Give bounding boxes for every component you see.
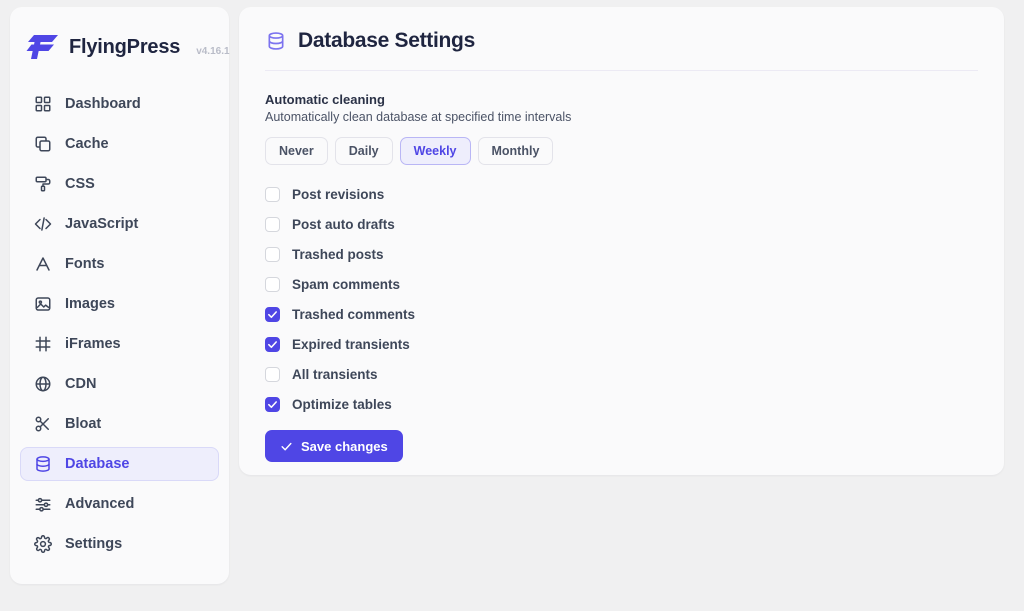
interval-option-daily[interactable]: Daily — [335, 137, 393, 165]
checkbox-label: Post auto drafts — [292, 217, 395, 232]
brand-version: v4.16.1 — [196, 46, 229, 57]
sidebar-item-cdn[interactable]: CDN — [20, 367, 219, 401]
sidebar-nav: Dashboard Cache — [10, 87, 229, 561]
sidebar-item-iframes[interactable]: iFrames — [20, 327, 219, 361]
letter-a-icon — [33, 255, 52, 274]
sidebar: FlyingPress v4.16.1 Dashboard — [10, 7, 229, 584]
interval-option-monthly[interactable]: Monthly — [478, 137, 554, 165]
sidebar-item-database[interactable]: Database — [20, 447, 219, 481]
sidebar-item-advanced[interactable]: Advanced — [20, 487, 219, 521]
database-icon — [33, 455, 52, 474]
frame-icon — [33, 335, 52, 354]
brand: FlyingPress v4.16.1 — [10, 7, 229, 67]
copy-icon — [33, 135, 52, 154]
checkbox-row-expired-transients[interactable]: Expired transients — [265, 329, 978, 359]
sidebar-item-css[interactable]: CSS — [20, 167, 219, 201]
sidebar-item-label: CSS — [65, 176, 95, 192]
globe-icon — [33, 375, 52, 394]
checkbox-trashed-comments[interactable] — [265, 307, 280, 322]
main-panel: Database Settings Automatic cleaning Aut… — [239, 7, 1004, 475]
app-root: FlyingPress v4.16.1 Dashboard — [0, 0, 1024, 611]
sidebar-item-dashboard[interactable]: Dashboard — [20, 87, 219, 121]
checkbox-expired-transients[interactable] — [265, 337, 280, 352]
paint-roller-icon — [33, 175, 52, 194]
cleaning-interval-group: Never Daily Weekly Monthly — [265, 137, 978, 165]
sidebar-item-label: JavaScript — [65, 216, 138, 232]
sidebar-item-cache[interactable]: Cache — [20, 127, 219, 161]
interval-option-weekly[interactable]: Weekly — [400, 137, 471, 165]
sidebar-item-images[interactable]: Images — [20, 287, 219, 321]
section-title: Automatic cleaning — [265, 92, 978, 107]
brand-name: FlyingPress — [69, 36, 180, 59]
sidebar-item-label: Advanced — [65, 496, 134, 512]
checkbox-label: Expired transients — [292, 337, 410, 352]
sidebar-item-javascript[interactable]: JavaScript — [20, 207, 219, 241]
scissors-icon — [33, 415, 52, 434]
cleaning-options-list: Post revisions Post auto drafts Trashed … — [265, 179, 978, 419]
checkbox-row-trashed-posts[interactable]: Trashed posts — [265, 239, 978, 269]
checkbox-row-optimize-tables[interactable]: Optimize tables — [265, 389, 978, 419]
sidebar-item-label: Dashboard — [65, 96, 141, 112]
sidebar-item-label: Database — [65, 456, 129, 472]
save-changes-label: Save changes — [301, 439, 388, 454]
save-changes-button[interactable]: Save changes — [265, 430, 403, 462]
checkbox-all-transients[interactable] — [265, 367, 280, 382]
checkbox-optimize-tables[interactable] — [265, 397, 280, 412]
sidebar-item-settings[interactable]: Settings — [20, 527, 219, 561]
sliders-icon — [33, 495, 52, 514]
sidebar-item-bloat[interactable]: Bloat — [20, 407, 219, 441]
checkbox-row-trashed-comments[interactable]: Trashed comments — [265, 299, 978, 329]
checkbox-spam-comments[interactable] — [265, 277, 280, 292]
database-icon — [265, 30, 287, 52]
sidebar-item-label: iFrames — [65, 336, 121, 352]
checkbox-row-post-auto-drafts[interactable]: Post auto drafts — [265, 209, 978, 239]
sidebar-item-label: Settings — [65, 536, 122, 552]
sidebar-item-label: Images — [65, 296, 115, 312]
checkbox-label: All transients — [292, 367, 378, 382]
checkbox-label: Optimize tables — [292, 397, 392, 412]
code-icon — [33, 215, 52, 234]
sidebar-item-label: CDN — [65, 376, 96, 392]
grid-icon — [33, 95, 52, 114]
flyingpress-logo-icon — [26, 32, 60, 62]
checkbox-label: Spam comments — [292, 277, 400, 292]
interval-option-never[interactable]: Never — [265, 137, 328, 165]
sidebar-item-label: Fonts — [65, 256, 104, 272]
sidebar-item-fonts[interactable]: Fonts — [20, 247, 219, 281]
check-icon — [280, 440, 293, 453]
checkbox-label: Trashed comments — [292, 307, 415, 322]
page-title: Database Settings — [298, 29, 475, 53]
sidebar-item-label: Bloat — [65, 416, 101, 432]
checkbox-row-all-transients[interactable]: All transients — [265, 359, 978, 389]
checkbox-label: Post revisions — [292, 187, 384, 202]
section-description: Automatically clean database at specifie… — [265, 110, 978, 124]
checkbox-trashed-posts[interactable] — [265, 247, 280, 262]
checkbox-post-revisions[interactable] — [265, 187, 280, 202]
page-header: Database Settings — [265, 29, 978, 71]
image-icon — [33, 295, 52, 314]
checkbox-post-auto-drafts[interactable] — [265, 217, 280, 232]
checkbox-row-post-revisions[interactable]: Post revisions — [265, 179, 978, 209]
sidebar-item-label: Cache — [65, 136, 109, 152]
checkbox-row-spam-comments[interactable]: Spam comments — [265, 269, 978, 299]
checkbox-label: Trashed posts — [292, 247, 384, 262]
automatic-cleaning-section: Automatic cleaning Automatically clean d… — [265, 71, 978, 462]
gear-icon — [33, 535, 52, 554]
